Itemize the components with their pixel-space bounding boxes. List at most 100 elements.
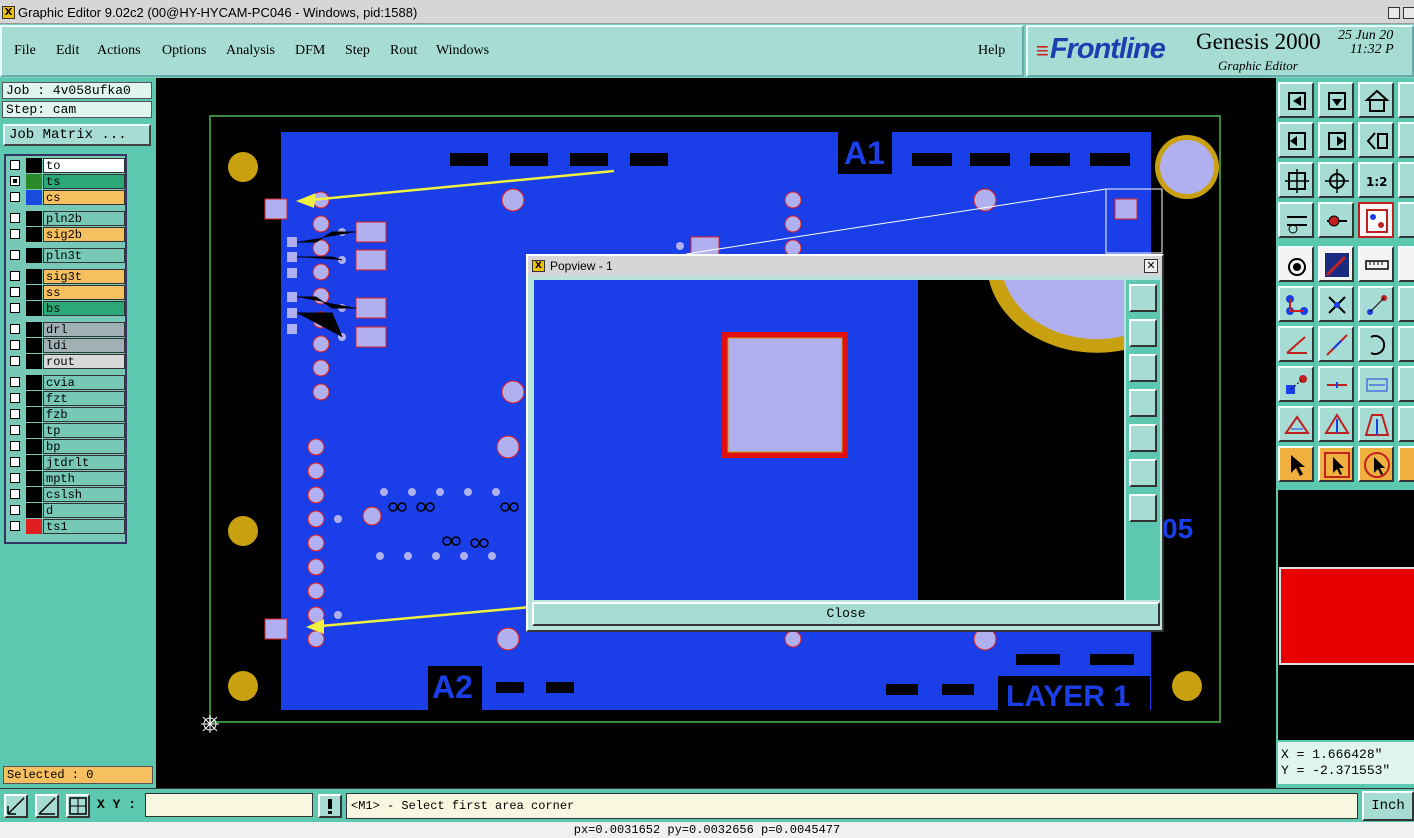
layer-color-swatch[interactable]	[26, 338, 42, 353]
menu-analysis[interactable]: Analysis	[226, 43, 275, 59]
layer-color-swatch[interactable]	[26, 248, 42, 263]
layer-color-swatch[interactable]	[26, 375, 42, 390]
layer-row-ts[interactable]: ts	[8, 174, 125, 189]
units-button[interactable]: Inch	[1362, 791, 1414, 821]
layer-checkbox[interactable]	[10, 457, 20, 467]
layer-name[interactable]: cslsh	[43, 487, 125, 502]
triangle-icon[interactable]	[1278, 406, 1314, 442]
layer-color-swatch[interactable]	[26, 439, 42, 454]
layer-checkbox[interactable]	[10, 356, 20, 366]
popview-zoom-out-icon[interactable]	[1129, 459, 1157, 487]
layer-row-ts1[interactable]: ts1	[8, 519, 125, 534]
layer-color-swatch[interactable]	[26, 285, 42, 300]
layer-row-pln2b[interactable]: pln2b	[8, 211, 125, 226]
layer-color-swatch[interactable]	[26, 471, 42, 486]
layer-color-swatch[interactable]	[26, 211, 42, 226]
toolbar-extra-8[interactable]	[1398, 366, 1414, 402]
popview-close-icon[interactable]: ✕	[1144, 259, 1158, 273]
layer-row-mpth[interactable]: mpth	[8, 471, 125, 486]
snap-icon[interactable]	[1318, 202, 1354, 238]
layer-color-swatch[interactable]	[26, 407, 42, 422]
layer-checkbox[interactable]	[10, 473, 20, 483]
layer-name[interactable]: pln3t	[43, 248, 125, 263]
layer-checkbox[interactable]	[10, 192, 20, 202]
layer-name[interactable]: ts	[43, 174, 125, 189]
layer-color-swatch[interactable]	[26, 391, 42, 406]
layer-checkbox[interactable]	[10, 213, 20, 223]
trapezoid-icon[interactable]	[1358, 406, 1394, 442]
triangle-arrow-icon[interactable]	[1318, 406, 1354, 442]
maximize-button[interactable]	[1403, 7, 1414, 19]
layer-icon[interactable]	[1358, 202, 1394, 238]
layer-color-swatch[interactable]	[26, 519, 42, 534]
layer-row-fzb[interactable]: fzb	[8, 407, 125, 422]
layer-row-rout[interactable]: rout	[8, 354, 125, 369]
layer-checkbox[interactable]	[10, 409, 20, 419]
layer-checkbox[interactable]	[10, 377, 20, 387]
hline-icon[interactable]	[1318, 366, 1354, 402]
layer-color-swatch[interactable]	[26, 487, 42, 502]
menu-edit[interactable]: Edit	[56, 43, 79, 59]
layer-checkbox[interactable]	[10, 303, 20, 313]
layer-color-swatch[interactable]	[26, 269, 42, 284]
connect-icon[interactable]	[1278, 286, 1314, 322]
angle-icon[interactable]	[1278, 326, 1314, 362]
toolbar-extra-5[interactable]	[1398, 246, 1414, 282]
pointer-circle-icon[interactable]	[1358, 446, 1394, 482]
layer-name[interactable]: mpth	[43, 471, 125, 486]
layer-color-swatch[interactable]	[26, 174, 42, 189]
layer-name[interactable]: to	[43, 158, 125, 173]
toolbar-extra-9[interactable]	[1398, 406, 1414, 442]
zoom-down-icon[interactable]	[1318, 82, 1354, 118]
grid-icon[interactable]	[66, 794, 90, 818]
pan-left-icon[interactable]	[1278, 122, 1314, 158]
layer-row-cslsh[interactable]: cslsh	[8, 487, 125, 502]
layer-color-swatch[interactable]	[26, 503, 42, 518]
menu-help[interactable]: Help	[978, 43, 1005, 59]
layer-name[interactable]: cvia	[43, 375, 125, 390]
layer-row-ldi[interactable]: ldi	[8, 338, 125, 353]
layer-row-bp[interactable]: bp	[8, 439, 125, 454]
layer-color-swatch[interactable]	[26, 227, 42, 242]
toolbar-extra-10[interactable]	[1398, 446, 1414, 482]
cross-icon[interactable]	[1318, 286, 1354, 322]
layer-name[interactable]: ss	[43, 285, 125, 300]
snap-angle-icon[interactable]	[35, 794, 59, 818]
toolbar-extra-4[interactable]	[1398, 202, 1414, 238]
flip-icon[interactable]	[1358, 122, 1394, 158]
layer-name[interactable]: tp	[43, 423, 125, 438]
zoom-in-icon[interactable]	[1318, 162, 1354, 198]
pan-right-icon[interactable]	[1318, 122, 1354, 158]
layer-checkbox[interactable]	[10, 393, 20, 403]
ratio-icon[interactable]: 1:2	[1358, 162, 1394, 198]
zoom-page-icon[interactable]	[1278, 82, 1314, 118]
layer-row-cvia[interactable]: cvia	[8, 375, 125, 390]
layer-color-swatch[interactable]	[26, 455, 42, 470]
layer-name[interactable]: sig3t	[43, 269, 125, 284]
select-pad-icon[interactable]	[1278, 246, 1314, 282]
layer-row-pln3t[interactable]: pln3t	[8, 248, 125, 263]
layer-checkbox[interactable]	[10, 324, 20, 334]
popview-pan-down-icon[interactable]	[1129, 354, 1157, 382]
layer-checkbox[interactable]	[10, 505, 20, 515]
popview-pan-left-icon[interactable]	[1129, 389, 1157, 417]
menu-dfm[interactable]: DFM	[295, 43, 325, 59]
xy-input[interactable]	[145, 793, 313, 817]
layer-checkbox[interactable]	[10, 521, 20, 531]
layer-color-swatch[interactable]	[26, 301, 42, 316]
layer-name[interactable]: bs	[43, 301, 125, 316]
layer-name[interactable]: pln2b	[43, 211, 125, 226]
popview-canvas[interactable]	[534, 280, 1124, 600]
popview-pan-right-icon[interactable]	[1129, 424, 1157, 452]
arc-icon[interactable]	[1358, 326, 1394, 362]
popview-zoom-in-icon[interactable]	[1129, 494, 1157, 522]
home-icon[interactable]	[1358, 82, 1394, 118]
layer-row-sig2b[interactable]: sig2b	[8, 227, 125, 242]
layer-name[interactable]: ts1	[43, 519, 125, 534]
layer-row-fzt[interactable]: fzt	[8, 391, 125, 406]
overview-preview[interactable]	[1278, 490, 1414, 740]
layer-checkbox[interactable]	[10, 489, 20, 499]
layer-checkbox[interactable]	[10, 229, 20, 239]
toolbar-extra-3[interactable]	[1398, 162, 1414, 198]
popview-close-button[interactable]: Close	[532, 602, 1160, 626]
